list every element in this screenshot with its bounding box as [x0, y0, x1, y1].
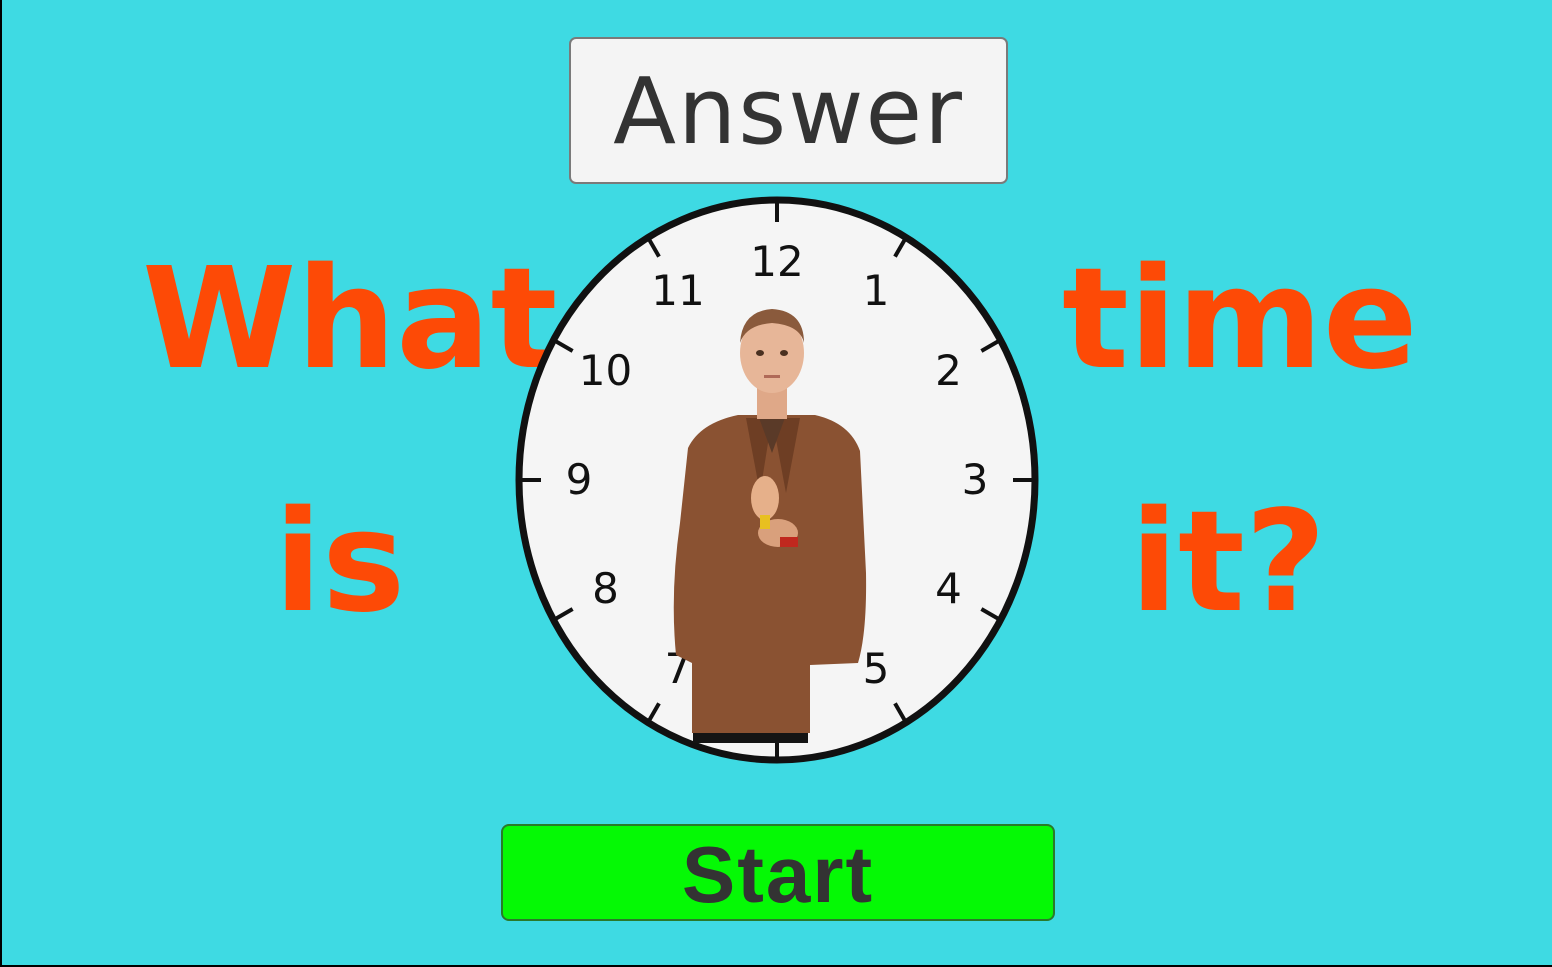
clock-face: 121234567891011: [515, 196, 1039, 764]
start-button[interactable]: Start: [501, 824, 1055, 921]
clock-numeral: 10: [579, 346, 632, 395]
answer-button[interactable]: Answer: [569, 37, 1008, 184]
game-screen: Answer What time is it? 121234567891011: [2, 0, 1552, 965]
clock-numeral: 1: [863, 266, 890, 315]
clock-numeral: 11: [651, 266, 704, 315]
clock-numeral: 8: [592, 564, 619, 613]
clock-numeral: 3: [962, 455, 989, 504]
clock-numeral: 5: [863, 644, 890, 693]
question-word-is: is: [274, 481, 406, 644]
question-word-what: What: [142, 238, 558, 401]
clock-numeral: 2: [935, 346, 962, 395]
clock-numeral: 12: [750, 237, 803, 286]
clock-numeral: 4: [935, 564, 962, 613]
question-word-time: time: [1062, 238, 1418, 401]
clock-numeral: 9: [566, 455, 593, 504]
question-word-it: it?: [1130, 481, 1327, 644]
